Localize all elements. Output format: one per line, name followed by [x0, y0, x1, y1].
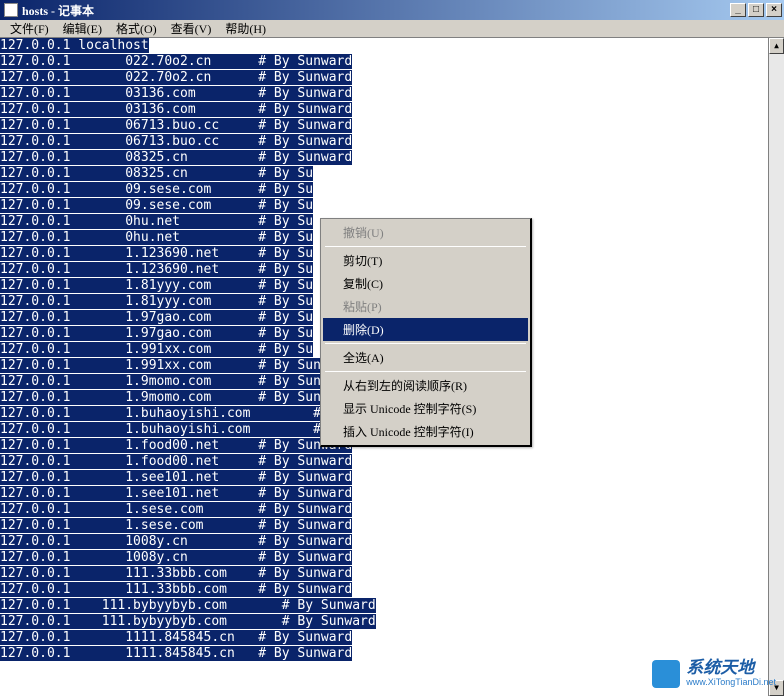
ctx-rtl-reading[interactable]: 从右到左的阅读顺序(R)	[323, 374, 528, 397]
ctx-paste[interactable]: 粘贴(P)	[323, 295, 528, 318]
watermark-url: www.XiTongTianDi.net	[686, 678, 776, 688]
ctx-copy[interactable]: 复制(C)	[323, 272, 528, 295]
text-line[interactable]: 127.0.0.1 1008y.cn # By Sunward	[0, 550, 784, 566]
menu-edit[interactable]: 编辑(E)	[57, 19, 108, 38]
text-line[interactable]: 127.0.0.1 03136.com # By Sunward	[0, 86, 784, 102]
text-line[interactable]: 127.0.0.1 08325.cn # By Su	[0, 166, 784, 182]
text-line[interactable]: 127.0.0.1 111.33bbb.com # By Sunward	[0, 566, 784, 582]
context-menu: 撤销(U) 剪切(T) 复制(C) 粘贴(P) 删除(D) 全选(A) 从右到左…	[320, 218, 532, 447]
watermark-logo-icon	[652, 660, 680, 688]
watermark-title: 系统天地	[686, 659, 776, 678]
text-line[interactable]: 127.0.0.1 111.33bbb.com # By Sunward	[0, 582, 784, 598]
text-line[interactable]: 127.0.0.1 03136.com # By Sunward	[0, 102, 784, 118]
window-title: hosts - 记事本	[22, 2, 94, 19]
text-line[interactable]: 127.0.0.1 111.bybyybyb.com # By Sunward	[0, 598, 784, 614]
text-line[interactable]: 127.0.0.1 06713.buo.cc # By Sunward	[0, 118, 784, 134]
ctx-separator	[325, 246, 526, 247]
text-line[interactable]: 127.0.0.1 1.sese.com # By Sunward	[0, 502, 784, 518]
vertical-scrollbar[interactable]: ▲ ▼	[768, 38, 784, 696]
text-line[interactable]: 127.0.0.1 1.see101.net # By Sunward	[0, 486, 784, 502]
menu-view[interactable]: 查看(V)	[165, 19, 218, 38]
minimize-button[interactable]: _	[730, 3, 746, 17]
ctx-undo[interactable]: 撤销(U)	[323, 221, 528, 244]
scroll-track[interactable]	[769, 54, 784, 680]
scroll-up-button[interactable]: ▲	[769, 38, 784, 54]
text-line[interactable]: 127.0.0.1 1008y.cn # By Sunward	[0, 534, 784, 550]
maximize-button[interactable]: □	[748, 3, 764, 17]
ctx-show-unicode[interactable]: 显示 Unicode 控制字符(S)	[323, 397, 528, 420]
titlebar: hosts - 记事本 _ □ ×	[0, 0, 784, 20]
app-icon	[4, 3, 18, 17]
text-line[interactable]: 127.0.0.1 1111.845845.cn # By Sunward	[0, 630, 784, 646]
text-line[interactable]: 127.0.0.1 1.food00.net # By Sunward	[0, 454, 784, 470]
menu-help[interactable]: 帮助(H)	[219, 19, 272, 38]
text-line[interactable]: 127.0.0.1 111.bybyybyb.com # By Sunward	[0, 614, 784, 630]
menu-format[interactable]: 格式(O)	[110, 19, 163, 38]
ctx-cut[interactable]: 剪切(T)	[323, 249, 528, 272]
ctx-select-all[interactable]: 全选(A)	[323, 346, 528, 369]
text-line[interactable]: 127.0.0.1 1.sese.com # By Sunward	[0, 518, 784, 534]
text-line[interactable]: 127.0.0.1 08325.cn # By Sunward	[0, 150, 784, 166]
text-line[interactable]: 127.0.0.1 09.sese.com # By Su	[0, 198, 784, 214]
text-line[interactable]: 127.0.0.1 022.70o2.cn # By Sunward	[0, 70, 784, 86]
text-line[interactable]: 127.0.0.1 06713.buo.cc # By Sunward	[0, 134, 784, 150]
menubar: 文件(F) 编辑(E) 格式(O) 查看(V) 帮助(H)	[0, 20, 784, 38]
text-line[interactable]: 127.0.0.1 09.sese.com # By Su	[0, 182, 784, 198]
content-area: 127.0.0.1 localhost127.0.0.1 022.70o2.cn…	[0, 38, 784, 696]
watermark: 系统天地 www.XiTongTianDi.net	[652, 659, 776, 688]
ctx-delete[interactable]: 删除(D)	[323, 318, 528, 341]
text-line[interactable]: 127.0.0.1 022.70o2.cn # By Sunward	[0, 54, 784, 70]
window-control-buttons: _ □ ×	[730, 3, 784, 17]
ctx-separator	[325, 371, 526, 372]
text-line[interactable]: 127.0.0.1 localhost	[0, 38, 784, 54]
menu-file[interactable]: 文件(F)	[4, 19, 55, 38]
text-line[interactable]: 127.0.0.1 1.see101.net # By Sunward	[0, 470, 784, 486]
ctx-insert-unicode[interactable]: 插入 Unicode 控制字符(I)	[323, 420, 528, 443]
close-button[interactable]: ×	[766, 3, 782, 17]
ctx-separator	[325, 343, 526, 344]
